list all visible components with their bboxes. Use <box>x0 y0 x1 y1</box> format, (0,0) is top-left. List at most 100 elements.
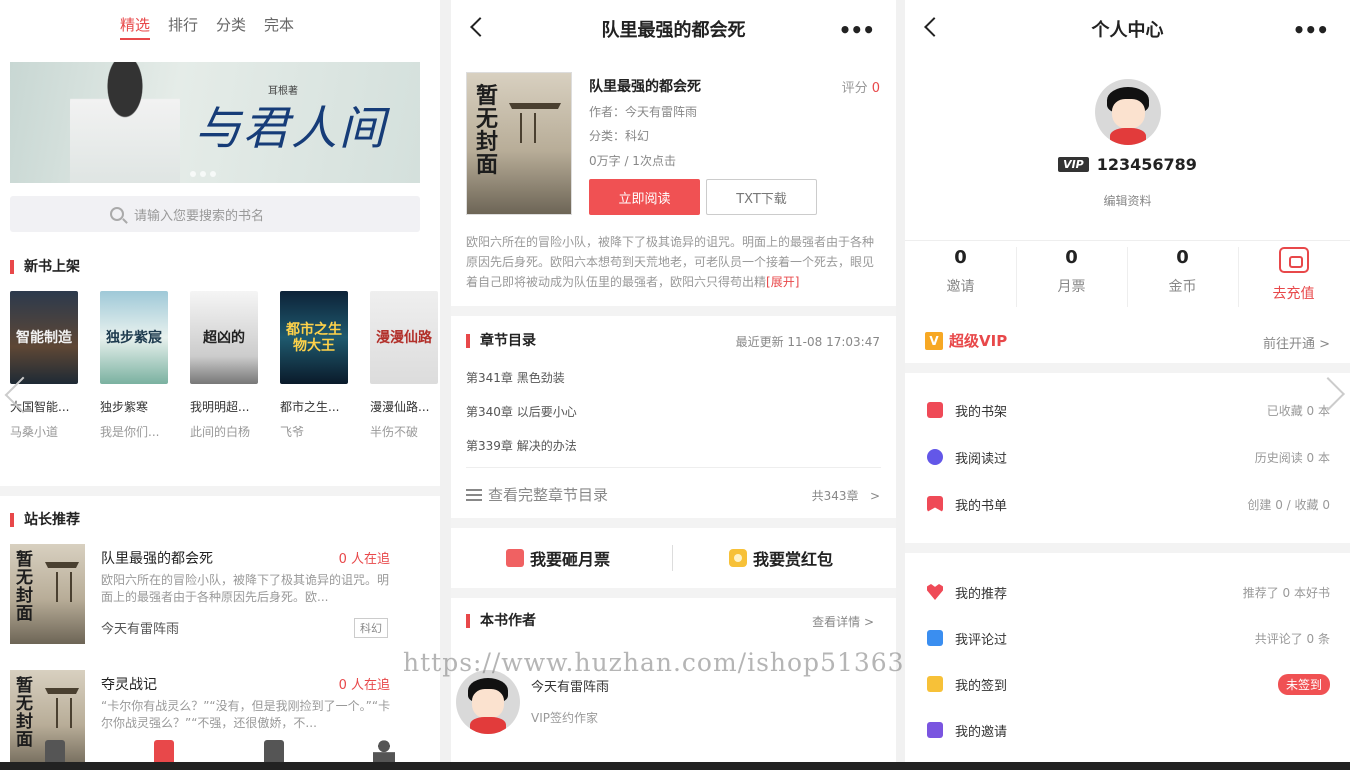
book-author: 半伤不破 <box>370 425 419 439</box>
expand-link[interactable]: [展开] <box>766 275 799 289</box>
page-title: 个人中心 <box>1091 20 1164 41</box>
super-vip-label: 超级VIP <box>949 332 1008 350</box>
chevron-right-icon: > <box>869 489 880 503</box>
chapter-link[interactable]: 第341章 黑色劲装 <box>466 369 565 386</box>
chapter-total: 共343章 > <box>811 489 880 503</box>
checkin-icon <box>927 676 943 692</box>
category-nav-icon[interactable] <box>263 740 284 762</box>
menu-booklist[interactable]: 我的书单 创建 0 / 收藏 0 <box>927 492 1330 516</box>
menu-history[interactable]: 我阅读过 历史阅读 0 本 <box>927 445 1330 469</box>
user-id: 123456789 <box>1096 155 1197 174</box>
menu-value: 推荐了 0 本好书 <box>1242 585 1330 600</box>
search-input[interactable]: 请输入您要搜索的书名 <box>10 196 420 232</box>
more-icon[interactable]: ••• <box>1293 18 1329 42</box>
profile-nav-icon[interactable] <box>373 740 396 762</box>
book-author: 此间的白杨 <box>190 425 251 439</box>
new-book-item[interactable]: 超凶的 我明明超... 此间的白杨 <box>190 291 258 440</box>
recommend-heading: 站长推荐 <box>10 513 80 527</box>
vip-badge: VIP <box>1058 157 1089 172</box>
navbar: 队里最强的都会死 ••• <box>451 0 896 56</box>
red-packet-button[interactable]: 我要赏红包 <box>729 546 833 570</box>
banner-figure-art <box>70 62 180 183</box>
tab-ranking[interactable]: 排行 <box>168 14 198 40</box>
book-cover: 智能制造 <box>10 291 78 384</box>
recharge-button[interactable]: 去充值 <box>1238 247 1349 303</box>
book-desc: “卡尔你有战灵么？”“没有，但是我刚捡到了一个。”“卡尔你战灵强么？”“不强，还… <box>101 699 391 730</box>
section-divider <box>451 518 896 528</box>
author-name: 今天有雷阵雨 <box>531 680 610 695</box>
clock-icon <box>927 449 943 465</box>
search-icon <box>110 207 124 221</box>
chapter-link[interactable]: 第340章 以后要小心 <box>466 403 577 420</box>
watermark-text: https://www.huzhan.com/ishop51363 <box>403 648 905 677</box>
monthly-ticket-button[interactable]: 我要砸月票 <box>506 546 610 570</box>
edit-profile-link[interactable]: 编辑资料 <box>905 192 1350 209</box>
stat-coin[interactable]: 0 金币 <box>1127 247 1238 296</box>
user-avatar[interactable] <box>1095 79 1161 145</box>
ticket-label: 我要砸月票 <box>530 550 611 569</box>
comment-icon <box>927 630 943 646</box>
bookshelf-nav-icon[interactable] <box>44 740 65 762</box>
new-books-heading: 新书上架 <box>10 260 80 274</box>
tab-category[interactable]: 分类 <box>216 14 246 40</box>
new-book-item[interactable]: 漫漫仙路 漫漫仙路... 半伤不破 <box>370 291 438 440</box>
book-cover: 独步紫宸 <box>100 291 168 384</box>
checkin-status-badge: 未签到 <box>1277 673 1330 695</box>
menu-checkin[interactable]: 我的签到 未签到 <box>927 672 1330 696</box>
view-detail-link[interactable]: 查看详情 > <box>812 613 874 630</box>
cover-text: 暂无封面 <box>476 83 499 179</box>
new-book-item[interactable]: 智能制造 大国智能... 马桑小道 <box>10 291 78 440</box>
book-cover: 暂无封面 <box>10 544 85 644</box>
latest-update: 最近更新 11-08 17:03:47 <box>735 335 880 349</box>
author-avatar[interactable] <box>456 670 520 734</box>
stat-label: 月票 <box>1057 279 1086 295</box>
super-vip-banner[interactable]: V 超级VIP <box>925 330 1007 351</box>
book-cover: 暂无封面 <box>466 72 572 215</box>
section-divider <box>0 486 440 496</box>
txt-download-button[interactable]: TXT下载 <box>706 179 817 215</box>
book-author: 马桑小道 <box>10 425 59 439</box>
book-desc: 欧阳六所在的冒险小队，被降下了极其诡异的诅咒。明面上的最强者由于各种原因先后身死… <box>466 235 875 289</box>
bookstore-nav-icon[interactable] <box>154 740 175 762</box>
menu-comments[interactable]: 我评论过 共评论了 0 条 <box>927 626 1330 650</box>
ticket-icon <box>506 549 524 567</box>
menu-invite[interactable]: 我的邀请 <box>927 718 1330 742</box>
stat-invite[interactable]: 0 邀请 <box>905 247 1016 296</box>
navbar: 个人中心 ••• <box>905 0 1350 56</box>
book-title: 我明明超... <box>190 400 250 414</box>
go-open-link[interactable]: 前往开通 > <box>1263 333 1330 352</box>
tab-featured[interactable]: 精选 <box>120 14 151 40</box>
search-placeholder: 请输入您要搜索的书名 <box>134 208 265 224</box>
genre-tag: 科幻 <box>354 618 388 638</box>
tab-finished[interactable]: 完本 <box>264 14 294 40</box>
menu-bookshelf[interactable]: 我的书架 已收藏 0 本 <box>927 398 1330 422</box>
new-books-list: 智能制造 大国智能... 马桑小道 独步紫宸 独步紫寒 我是你们... 超凶的 … <box>10 291 438 440</box>
chapter-link[interactable]: 第339章 解决的办法 <box>466 437 577 454</box>
book-author: 我是你们... <box>100 425 160 439</box>
menu-label: 我的邀请 <box>955 724 1008 740</box>
page-title: 队里最强的都会死 <box>601 20 746 41</box>
home-screen: 精选 排行 分类 完本 耳根著 与君人间 请输入您要搜索的书名 新书上架 智能制… <box>0 0 440 770</box>
book-cover: 都市之生物大王 <box>280 291 348 384</box>
coin-icon <box>729 549 747 567</box>
new-book-item[interactable]: 独步紫宸 独步紫寒 我是你们... <box>100 291 168 440</box>
heart-icon <box>927 584 943 600</box>
read-now-button[interactable]: 立即阅读 <box>589 179 700 215</box>
banner-title-art: 与君人间 <box>195 101 387 155</box>
author-tag: VIP签约作家 <box>531 711 598 725</box>
book-category: 分类：科幻 <box>589 129 650 143</box>
recommend-item[interactable]: 暂无封面 队里最强的都会死 0 人在追 欧阳六所在的冒险小队，被降下了极其诡异的… <box>10 544 390 644</box>
book-title: 漫漫仙路... <box>370 400 430 414</box>
readers-count: 0 人在追 <box>338 552 390 567</box>
list-icon <box>466 488 482 501</box>
promo-banner[interactable]: 耳根著 与君人间 <box>10 62 420 183</box>
stat-ticket[interactable]: 0 月票 <box>1016 247 1127 296</box>
view-all-chapters-link[interactable]: 查看完整章节目录 <box>466 484 608 505</box>
more-icon[interactable]: ••• <box>839 18 875 42</box>
book-cover: 超凶的 <box>190 291 258 384</box>
banner-pager-dots <box>190 171 216 177</box>
new-book-item[interactable]: 都市之生物大王 都市之生... 飞爷 <box>280 291 348 440</box>
menu-recommend[interactable]: 我的推荐 推荐了 0 本好书 <box>927 580 1330 604</box>
author-heading: 本书作者 <box>466 614 536 628</box>
book-author: 今天有雷阵雨 <box>101 622 180 637</box>
